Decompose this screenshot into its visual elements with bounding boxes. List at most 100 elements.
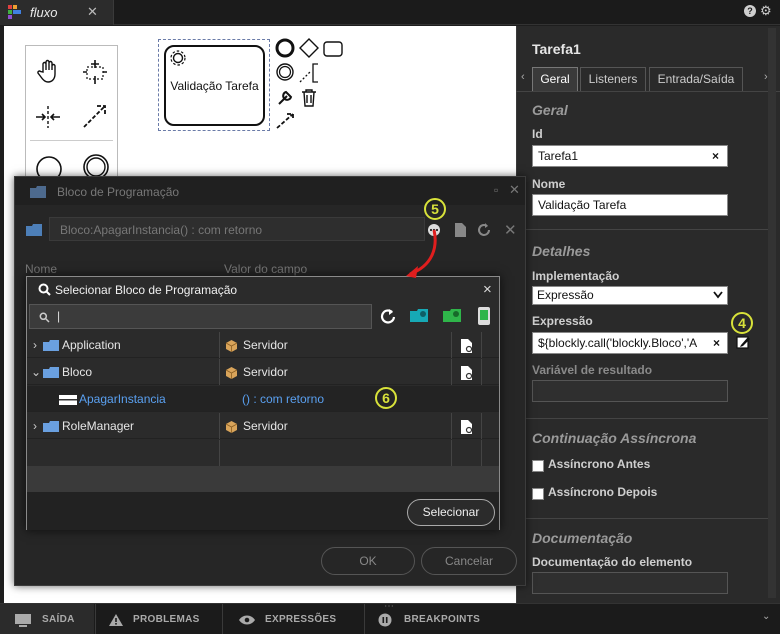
expression-label: Expressão: [532, 314, 593, 328]
server-package-icon: [225, 421, 238, 433]
id-input[interactable]: Tarefa1: [532, 145, 728, 167]
lasso-tool-icon[interactable]: [81, 58, 109, 86]
append-end-event-icon[interactable]: [275, 38, 295, 58]
column-name-header: Nome: [25, 262, 58, 276]
documentation-input[interactable]: [532, 572, 728, 594]
tabs-divider: [516, 91, 780, 92]
append-text-annotation-icon[interactable]: [298, 62, 322, 84]
expand-chevron-icon[interactable]: ›: [33, 332, 37, 358]
append-gateway-icon[interactable]: [298, 38, 320, 58]
search-input[interactable]: |: [29, 304, 372, 329]
editor-tab[interactable]: fluxo ✕: [0, 0, 114, 25]
column-divider: [219, 359, 220, 385]
refresh-icon[interactable]: [476, 222, 492, 238]
select-block-dialog: Selecionar Bloco de Programação × | › Ap…: [26, 276, 500, 530]
tree-row[interactable]: › RoleManager Servidor: [27, 413, 499, 439]
tabs-prev-icon[interactable]: ‹: [521, 71, 525, 83]
server-package-icon: [225, 340, 238, 352]
column-divider: [451, 359, 452, 385]
document-search-icon[interactable]: [460, 419, 474, 435]
select-button[interactable]: Selecionar: [407, 499, 495, 526]
hand-tool-icon[interactable]: [36, 58, 62, 84]
settings-icon[interactable]: ⚙: [760, 3, 772, 19]
resize-handle-icon[interactable]: ⋯: [384, 601, 394, 612]
search-input-value: |: [57, 309, 61, 323]
search-icon: [38, 283, 51, 296]
expand-chevron-icon[interactable]: ›: [33, 413, 37, 439]
tree-row[interactable]: › Application Servidor: [27, 332, 499, 358]
collapse-chevron-icon[interactable]: ⌄: [31, 359, 41, 385]
tree-row-type: () : com retorno: [242, 392, 325, 406]
column-divider: [451, 413, 452, 439]
section-documentation-heading: Documentação: [532, 530, 633, 546]
tab-divider: [364, 604, 365, 634]
tab-problems[interactable]: PROBLEMAS: [133, 604, 200, 634]
async-before-checkbox[interactable]: [532, 460, 544, 472]
task-label: Validação Tarefa: [170, 79, 259, 93]
props-scrollbar[interactable]: [768, 28, 776, 598]
section-divider: [520, 418, 776, 419]
cancel-button[interactable]: Cancelar: [421, 547, 517, 575]
async-after-checkbox[interactable]: [532, 488, 544, 500]
tree-row-name: Bloco: [62, 365, 93, 379]
column-divider: [481, 440, 482, 466]
append-intermediate-event-icon[interactable]: [275, 62, 295, 82]
name-label: Nome: [532, 177, 566, 191]
connect-tool-icon[interactable]: [81, 102, 109, 130]
implementation-select[interactable]: Expressão: [532, 286, 728, 305]
tab-expressions[interactable]: EXPRESSÕES: [265, 604, 336, 634]
tree-row-name: Application: [62, 338, 121, 352]
section-divider: [520, 518, 776, 519]
name-input[interactable]: Validação Tarefa: [532, 194, 728, 216]
gear-icon: [170, 50, 186, 66]
tab-close-icon[interactable]: ✕: [87, 4, 98, 20]
tab-output-label: SAÍDA: [42, 614, 75, 625]
column-value-header: Valor do campo: [224, 262, 308, 276]
id-clear-icon[interactable]: ×: [712, 149, 719, 163]
result-variable-input[interactable]: [532, 380, 728, 402]
expression-clear-icon[interactable]: ×: [713, 336, 720, 350]
tree-horizontal-scroll: [27, 466, 499, 492]
document-search-icon[interactable]: [460, 338, 474, 354]
help-icon[interactable]: ?: [744, 5, 756, 17]
block-value-field[interactable]: Bloco:ApagarInstancia() : com retorno: [49, 217, 425, 241]
delete-trash-icon[interactable]: [300, 88, 318, 108]
tab-breakpoints[interactable]: BREAKPOINTS: [404, 604, 480, 634]
add-server-block-icon[interactable]: [410, 308, 430, 324]
panel-collapse-icon[interactable]: ⌄: [762, 611, 770, 622]
folder-icon: [43, 367, 59, 378]
block-value: Bloco:ApagarInstancia() : com retorno: [60, 223, 263, 237]
tree-row-type: Servidor: [243, 419, 288, 433]
edit-icon[interactable]: [735, 334, 751, 350]
service-task[interactable]: Validação Tarefa: [164, 45, 265, 126]
append-task-icon[interactable]: [322, 40, 344, 58]
add-client-block-icon[interactable]: [443, 308, 463, 324]
section-async-heading: Continuação Assíncrona: [532, 430, 697, 446]
add-mobile-block-icon[interactable]: [477, 306, 491, 326]
connect-arrow-icon[interactable]: [275, 110, 297, 130]
tab-listeners[interactable]: Listeners: [580, 67, 646, 91]
result-variable-label: Variável de resultado: [532, 363, 653, 377]
maximize-icon[interactable]: ▫: [494, 183, 498, 197]
top-bar: fluxo ✕ ? ⚙: [0, 0, 780, 25]
wrench-icon[interactable]: [275, 88, 295, 108]
empty-row: [27, 440, 499, 466]
expression-input[interactable]: ${blockly.call('blockly.Bloco','A: [532, 332, 728, 354]
ok-button[interactable]: OK: [321, 547, 415, 575]
space-tool-icon[interactable]: [34, 104, 62, 130]
tree-row-selected[interactable]: ApagarInstancia () : com retorno: [27, 386, 499, 412]
refresh-icon[interactable]: [378, 307, 398, 327]
tab-general[interactable]: Geral: [532, 67, 578, 91]
close-icon[interactable]: ✕: [509, 182, 520, 198]
close-icon[interactable]: ×: [483, 281, 492, 298]
tree-row[interactable]: ⌄ Bloco Servidor: [27, 359, 499, 385]
clear-icon[interactable]: ✕: [504, 221, 517, 239]
dialog-title: Selecionar Bloco de Programação: [55, 283, 238, 297]
tab-output[interactable]: SAÍDA: [0, 604, 94, 634]
tab-input-output[interactable]: Entrada/Saída: [649, 67, 743, 91]
document-search-icon[interactable]: [460, 365, 474, 381]
dialog-titlebar: Bloco de Programação ▫ ✕: [15, 177, 525, 205]
chevron-down-icon: [713, 291, 723, 299]
column-divider: [481, 413, 482, 439]
document-search-icon[interactable]: [454, 222, 468, 238]
